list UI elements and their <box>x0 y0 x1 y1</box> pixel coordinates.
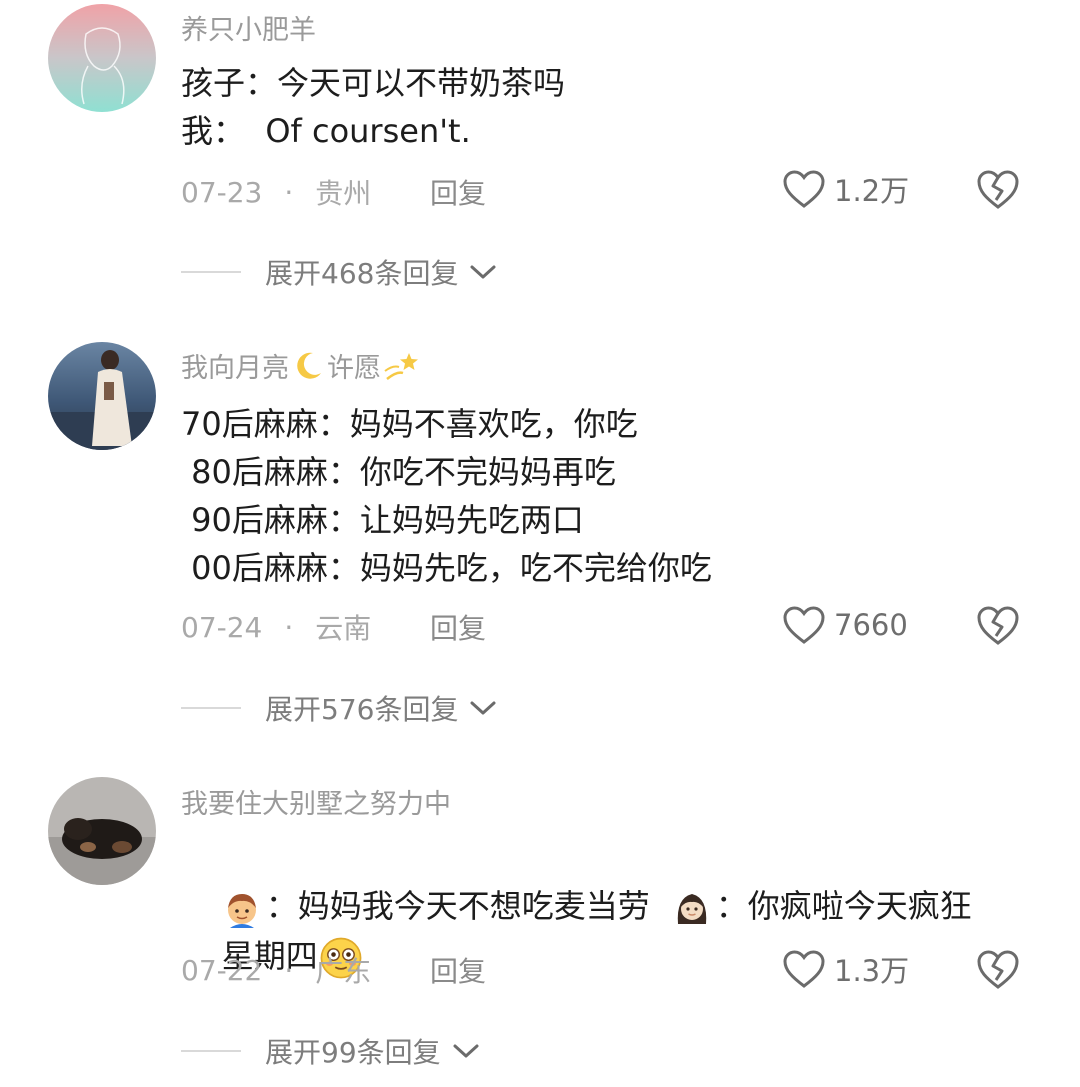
comment-item: 我要住大别墅之努力中 ：妈妈我今天不想吃麦当劳 ：你疯啦今天疯狂 星期四 07-… <box>0 0 1080 1087</box>
like-button[interactable]: 1.3万 <box>782 948 909 990</box>
expand-replies[interactable]: 展开99条回复 <box>181 1031 481 1071</box>
comment-meta: 07-22 · 广东 回复 <box>181 948 486 992</box>
username[interactable]: 我要住大别墅之努力中 <box>181 782 451 821</box>
like-count: 1.3万 <box>834 954 910 988</box>
woman-emoji <box>677 894 706 924</box>
heart-outline-icon <box>783 950 825 988</box>
separator-dot: · <box>284 953 294 987</box>
comment-text-segment: ：你疯啦今天疯狂 <box>715 887 972 925</box>
chevron-down-icon <box>453 1044 479 1058</box>
comment-location: 广东 <box>315 955 372 988</box>
divider-line <box>181 1050 241 1052</box>
comment-date: 07-22 <box>181 953 263 987</box>
reply-button[interactable]: 回复 <box>430 950 486 990</box>
expand-replies-label: 展开99条回复 <box>265 1036 441 1069</box>
broken-heart-icon[interactable] <box>976 948 1020 990</box>
avatar[interactable] <box>48 777 156 885</box>
